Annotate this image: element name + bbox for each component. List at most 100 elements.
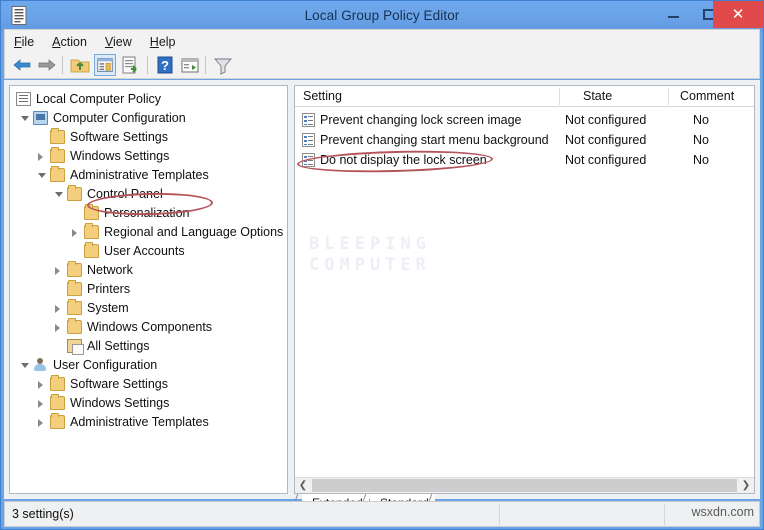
cell-state: Not configured: [565, 133, 647, 147]
menu-accel: V: [104, 35, 114, 49]
status-divider-2: [664, 504, 665, 525]
watermark-line-2: COMPUTER: [309, 255, 431, 275]
tree-item-personalization[interactable]: Personalization: [10, 204, 287, 223]
status-divider-1: [499, 504, 500, 525]
chevron-down-icon[interactable]: [38, 173, 46, 178]
application-window: Local Group Policy Editor ✕ File Action Vi…: [0, 0, 764, 530]
tree-item-label: Windows Settings: [70, 396, 170, 410]
tree-item-network[interactable]: Network: [10, 261, 287, 280]
tree-item-local-computer-policy[interactable]: Local Computer Policy: [10, 90, 287, 109]
menu-label: elp: [158, 35, 176, 49]
column-header-comment[interactable]: Comment: [680, 86, 734, 106]
scroll-left-icon[interactable]: ❮: [295, 478, 311, 493]
chevron-right-icon[interactable]: [38, 153, 43, 161]
folder-icon: [67, 299, 82, 315]
tree-item-windows-components[interactable]: Windows Components: [10, 318, 287, 337]
menu-help[interactable]: Help: [141, 30, 185, 52]
chevron-down-icon[interactable]: [21, 116, 29, 121]
watermark-line-1: BLEEPING: [309, 234, 431, 254]
properties-icon[interactable]: [179, 54, 201, 76]
site-watermark: wsxdn.com: [691, 505, 754, 519]
chevron-right-icon[interactable]: [55, 267, 60, 275]
scroll-right-icon[interactable]: ❯: [738, 478, 754, 493]
forward-icon[interactable]: [36, 54, 58, 76]
title-bar[interactable]: Local Group Policy Editor ✕: [1, 1, 763, 31]
menu-accel: H: [149, 35, 159, 49]
console-tree-pane[interactable]: Local Computer Policy Computer Configurat…: [9, 85, 288, 494]
column-header-setting[interactable]: Setting: [303, 86, 342, 106]
column-header-state[interactable]: State: [583, 86, 612, 106]
tree-item-windows-settings[interactable]: Windows Settings: [10, 394, 287, 413]
up-folder-icon[interactable]: [69, 54, 91, 76]
chevron-right-icon[interactable]: [38, 419, 43, 427]
tree-item-printers[interactable]: Printers: [10, 280, 287, 299]
chevron-right-icon[interactable]: [55, 305, 60, 313]
folder-icon: [50, 413, 65, 429]
tree-item-user-accounts[interactable]: User Accounts: [10, 242, 287, 261]
tree-item-label: Windows Settings: [70, 149, 170, 163]
menu-file[interactable]: File: [5, 30, 43, 52]
minimize-button[interactable]: [661, 1, 691, 27]
tree-item-computer-configuration[interactable]: Computer Configuration: [10, 109, 287, 128]
filter-icon[interactable]: [212, 54, 234, 76]
close-button[interactable]: ✕: [713, 1, 763, 28]
tree-item-windows-settings[interactable]: Windows Settings: [10, 147, 287, 166]
cell-comment: No: [693, 113, 709, 127]
tree-item-control-panel[interactable]: Control Panel: [10, 185, 287, 204]
policy-document-icon: [16, 92, 31, 106]
folder-icon: [50, 166, 65, 182]
show-hide-tree-icon[interactable]: [94, 54, 116, 76]
tree-item-administrative-templates[interactable]: Administrative Templates: [10, 166, 287, 185]
tree-item-label: Software Settings: [70, 377, 168, 391]
export-list-icon[interactable]: [120, 54, 142, 76]
chevron-right-icon[interactable]: [72, 229, 77, 237]
help-icon[interactable]: ?: [154, 54, 176, 76]
column-divider-2[interactable]: [668, 88, 669, 105]
status-setting-count: 3 setting(s): [12, 507, 74, 521]
tree-item-software-settings[interactable]: Software Settings: [10, 375, 287, 394]
folder-icon: [67, 261, 82, 277]
folder-icon: [84, 223, 99, 239]
folder-icon: [67, 280, 82, 296]
chevron-down-icon[interactable]: [21, 363, 29, 368]
chevron-down-icon[interactable]: [55, 192, 63, 197]
policy-setting-icon: [302, 153, 315, 167]
tree-item-regional-and-language-options[interactable]: Regional and Language Options: [10, 223, 287, 242]
tree-item-administrative-templates[interactable]: Administrative Templates: [10, 413, 287, 432]
toolbar: ?: [4, 51, 760, 79]
menu-view[interactable]: View: [96, 30, 141, 52]
computer-icon: [33, 111, 48, 125]
all-settings-icon: [67, 339, 84, 355]
horizontal-scrollbar[interactable]: ❮ ❯: [295, 477, 754, 493]
chevron-right-icon[interactable]: [38, 400, 43, 408]
tree-item-software-settings[interactable]: Software Settings: [10, 128, 287, 147]
menu-action[interactable]: Action: [43, 30, 96, 52]
tree-item-label: Administrative Templates: [70, 168, 209, 182]
chevron-right-icon[interactable]: [55, 324, 60, 332]
tree-item-system[interactable]: System: [10, 299, 287, 318]
tree-item-label: Network: [87, 263, 133, 277]
window-title: Local Group Policy Editor: [304, 8, 460, 23]
menu-bar: File Action View Help: [4, 29, 760, 51]
menu-accel: A: [52, 35, 61, 49]
settings-list-pane[interactable]: Setting State Comment Prevent changing l…: [294, 85, 755, 494]
menu-label: ile: [21, 35, 35, 49]
tree-item-label: Printers: [87, 282, 131, 296]
cell-setting: Do not display the lock screen: [320, 153, 487, 167]
table-row[interactable]: Do not display the lock screen Not config…: [295, 150, 754, 170]
toolbar-separator-2: [147, 56, 148, 74]
tree-item-user-configuration[interactable]: User Configuration: [10, 356, 287, 375]
policy-setting-icon: [302, 133, 315, 147]
tree-item-all-settings[interactable]: All Settings: [10, 337, 287, 356]
scrollbar-thumb[interactable]: [312, 479, 737, 492]
back-icon[interactable]: [11, 54, 33, 76]
policy-setting-icon: [302, 113, 315, 127]
menu-label: ction: [60, 35, 87, 49]
tree-item-label: Control Panel: [87, 187, 163, 201]
table-row[interactable]: Prevent changing start menu background No…: [295, 130, 754, 150]
column-divider-1[interactable]: [559, 88, 560, 105]
tree-item-label: All Settings: [87, 339, 150, 353]
cell-state: Not configured: [565, 113, 647, 127]
chevron-right-icon[interactable]: [38, 381, 43, 389]
table-row[interactable]: Prevent changing lock screen image Not co…: [295, 110, 754, 130]
